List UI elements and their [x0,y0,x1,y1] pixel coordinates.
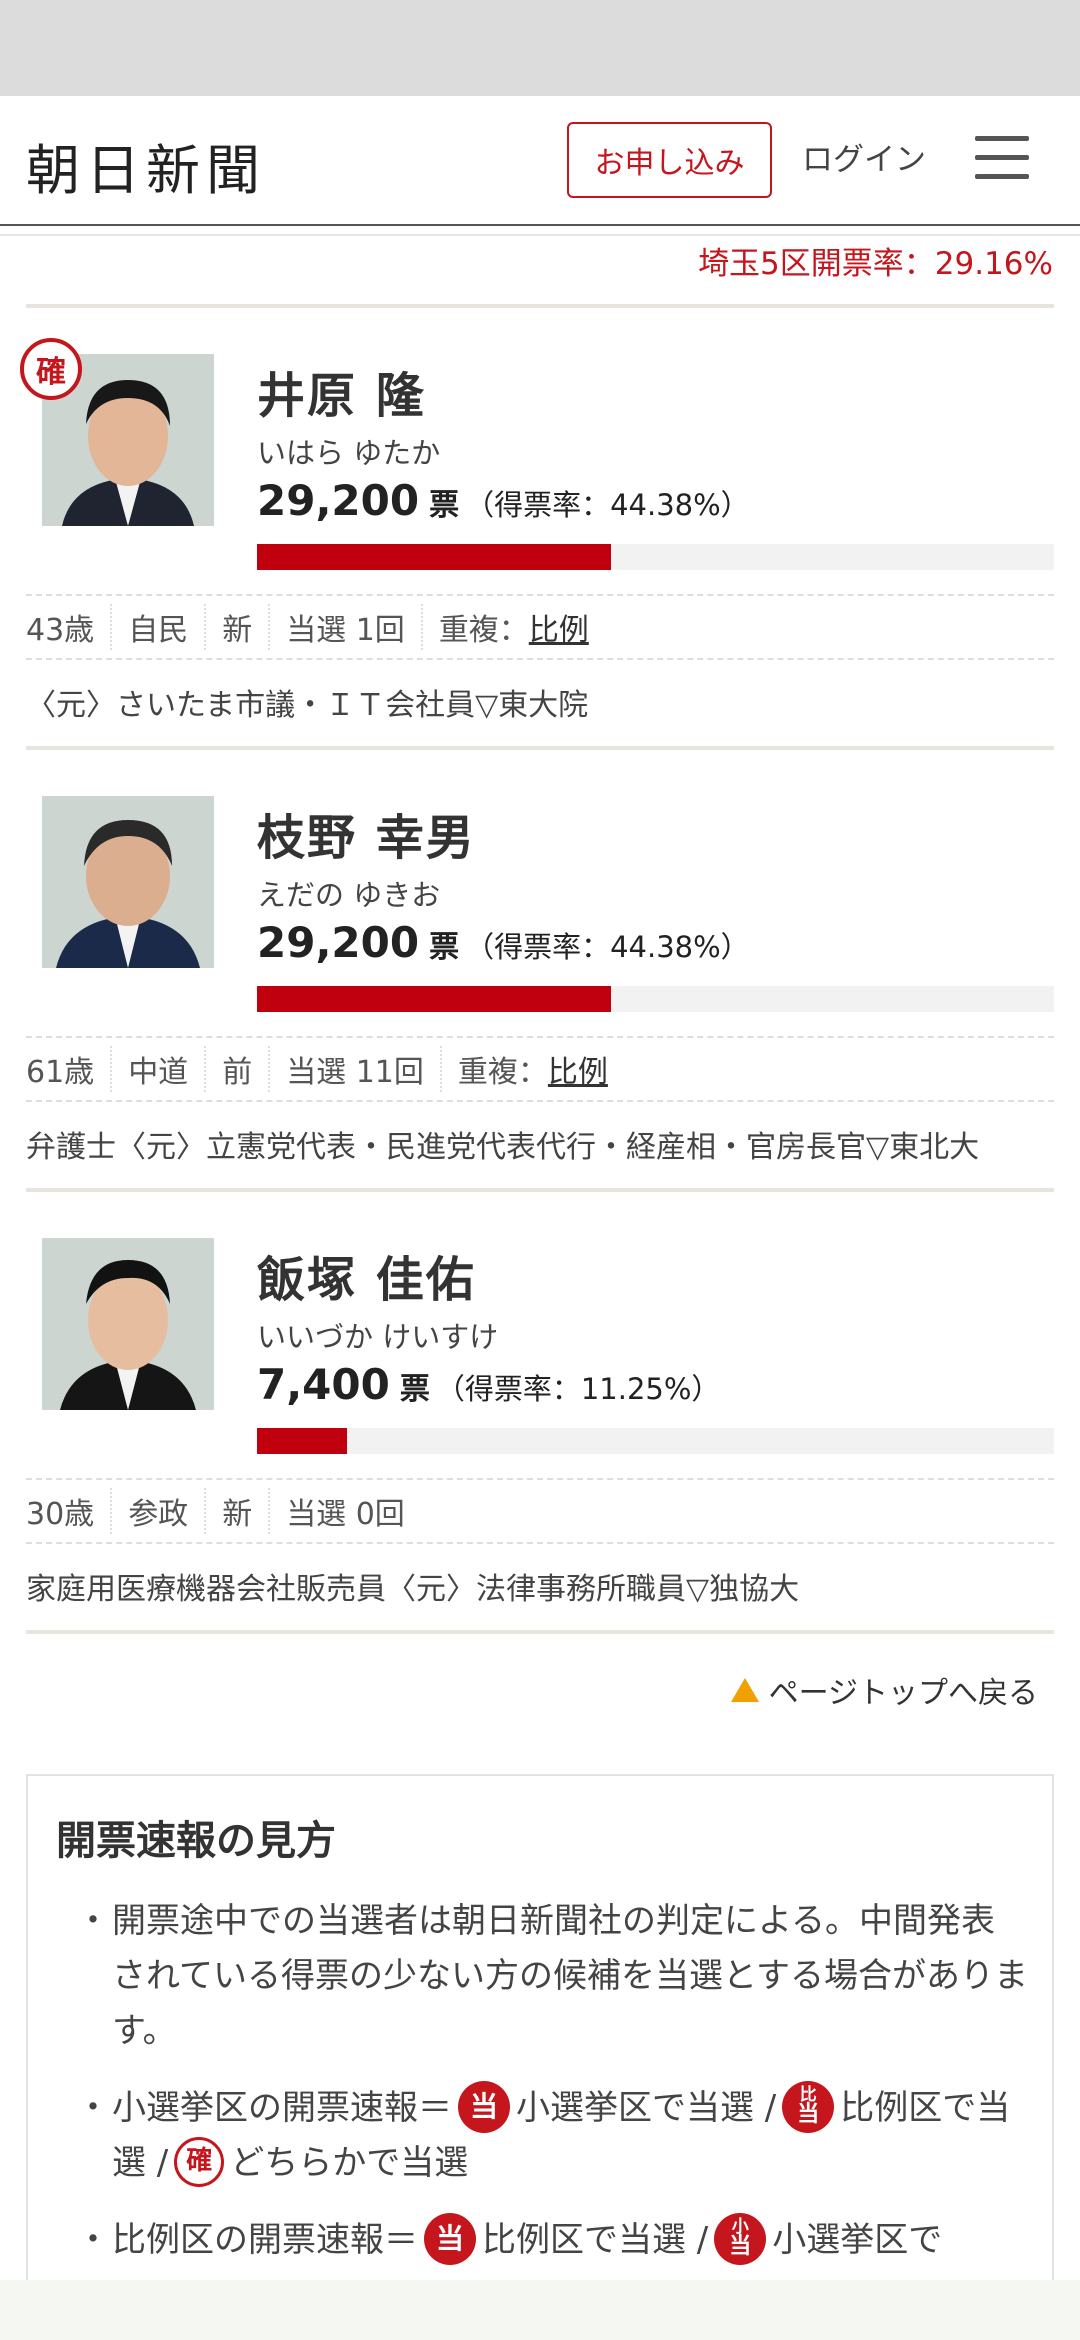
candidate-career: 弁護士〈元〉立憲党代表・民進党代表代行・経産相・官房長官▽東北大 [26,1130,980,1165]
bullet: ・ [76,2088,110,2128]
proportional-link[interactable]: 比例 [548,1047,608,1091]
vote-number: 29,200 [257,476,420,525]
vote-count: 29,200 票（得票率：44.38%） [257,918,750,967]
vote-share: （得票率：11.25%） [435,1372,721,1406]
district-elected-mark-icon: 小当 [714,2212,767,2265]
vote-share-fill [257,544,611,570]
hamburger-menu-icon[interactable] [975,136,1029,180]
guide-title: 開票速報の見方 [56,1818,336,1864]
vote-number: 7,400 [257,1360,390,1409]
candidate-status: 前 [206,1046,271,1092]
candidate-duplicate: 重複： 比例 [423,604,605,650]
subscribe-button[interactable]: お申し込み [567,122,772,198]
candidate-party: 自民 [112,604,207,650]
login-link[interactable]: ログイン [802,134,926,179]
candidate-party: 中道 [112,1046,207,1092]
mark-bottom: 当 [729,2234,752,2259]
candidate-wins: 当選 11回 [270,1046,442,1092]
guide-item: ・ 開票途中での当選者は朝日新聞社の判定による。中間発表されている得票の少ない方… [28,1894,1028,2059]
candidate-party: 参政 [112,1488,207,1534]
candidate-kana: いはら ゆたか [257,436,441,470]
guide-text: 小選挙区の開票速報＝ [112,2088,452,2128]
candidate-wins: 当選 0回 [286,1497,405,1532]
mark-bottom: 当 [797,2102,820,2127]
guide-text: 比例区で当選 / [482,2220,709,2260]
guide-text: どちらかで当選 [230,2143,469,2183]
candidate-age: 43歳 [26,604,113,650]
candidate-name: 井原 隆 [257,368,426,424]
proportional-link[interactable]: 比例 [529,605,589,649]
candidate-card: 飯塚 佳佑 いいづか けいすけ 7,400 票（得票率：11.25%） 30歳 参… [26,1192,1054,1634]
candidate-career: 家庭用医療機器会社販売員〈元〉法律事務所職員▽独協大 [26,1572,800,1607]
candidate-age: 61歳 [26,1046,113,1092]
vote-share-bar [257,544,1054,570]
vote-unit: 票 [399,1372,430,1407]
candidate-meta: 61歳 中道 前 当選 11回 重複： 比例 [26,1036,1054,1102]
page-top-link[interactable]: ページトップへ戻る [730,1668,1038,1712]
site-logo[interactable]: 朝日新聞 [26,126,266,205]
candidate-kana: えだの ゆきお [257,878,441,912]
vote-share: （得票率：44.38%） [465,930,750,964]
page-top-label: ページトップへ戻る [768,1676,1038,1711]
vote-share-fill [257,986,611,1012]
candidate-photo [42,1238,214,1410]
vote-share-fill [257,1428,347,1454]
vote-share: （得票率：44.38%） [465,488,750,522]
guide-text: 比例区の開票速報＝ [112,2220,418,2260]
header-subline [0,234,1080,236]
guide-list: ・ 開票途中での当選者は朝日新聞社の判定による。中間発表されている得票の少ない方… [28,1894,1028,2290]
bottom-bar [0,2280,1080,2340]
candidate-meta: 30歳 参政 新 当選 0回 [26,1478,1054,1544]
guide-text: 小選挙区で [772,2220,943,2260]
results-guide: 開票速報の見方 ・ 開票途中での当選者は朝日新聞社の判定による。中間発表されてい… [26,1774,1054,2340]
candidate-career: 〈元〉さいたま市議・ＩＴ会社員▽東大院 [26,688,589,723]
candidate-card: 枝野 幸男 えだの ゆきお 29,200 票（得票率：44.38%） 61歳 中道… [26,750,1054,1192]
guide-item: ・ 比例区の開票速報＝当比例区で当選 / 小当小選挙区で [28,2212,1028,2268]
candidate-status: 新 [206,1488,271,1534]
bullet: ・ [76,1901,110,1941]
bullet: ・ [76,2220,110,2260]
guide-text: 開票途中での当選者は朝日新聞社の判定による。中間発表されている得票の少ない方の候… [112,1901,1028,2051]
candidate-card: 確 井原 隆 いはら ゆたか 29,200 票（得票率：44.38%） 43歳 自… [20,308,1054,750]
vote-unit: 票 [429,488,460,523]
candidate-name: 枝野 幸男 [257,810,476,866]
vote-share-bar [257,1428,1054,1454]
site-header: 朝日新聞 お申し込み ログイン [0,96,1080,226]
candidate-name: 飯塚 佳佑 [257,1252,476,1308]
proportional-elected-mark-icon: 比当 [782,2080,835,2133]
status-bar [0,0,1080,96]
vote-count: 29,200 票（得票率：44.38%） [257,476,750,525]
elected-badge: 確 [20,338,82,400]
candidate-status: 新 [206,604,271,650]
duplicate-label: 重複： [457,1055,548,1090]
vote-unit: 票 [429,930,460,965]
candidate-duplicate: 重複： 比例 [442,1046,624,1092]
elected-mark-icon: 当 [424,2212,476,2265]
guide-item: ・ 小選挙区の開票速報＝当小選挙区で当選 / 比当比例区で当選 / 確どちらかで当選 [28,2080,1028,2191]
triangle-up-icon [730,1678,759,1702]
vote-share-bar [257,986,1054,1012]
candidate-wins: 当選 1回 [270,604,423,650]
vote-count: 7,400 票（得票率：11.25%） [257,1360,720,1409]
guide-text: 小選挙区で当選 / [516,2088,777,2128]
candidate-age: 30歳 [26,1488,113,1534]
confirmed-mark-icon: 確 [174,2136,225,2187]
candidate-kana: いいづか けいすけ [257,1320,499,1354]
candidate-meta: 43歳 自民 新 当選 1回 重複： 比例 [26,594,1054,660]
duplicate-label: 重複： [438,613,529,648]
elected-mark-icon: 当 [458,2080,510,2133]
district-counting-rate: 埼玉5区開票率：29.16% [698,246,1053,282]
candidate-photo [42,796,214,968]
vote-number: 29,200 [257,918,420,967]
